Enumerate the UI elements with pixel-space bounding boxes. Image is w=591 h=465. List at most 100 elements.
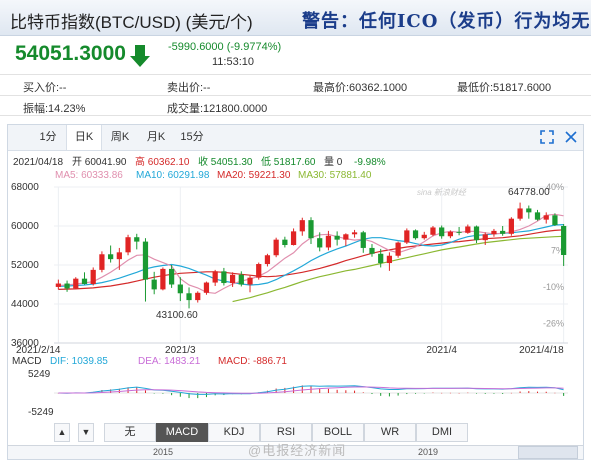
macd-bar <box>110 389 112 393</box>
macd-bar <box>502 393 504 394</box>
dea-line <box>58 386 564 394</box>
candle-body <box>334 235 340 240</box>
x-tick-label: 2021/3 <box>165 345 196 356</box>
candle-body <box>421 234 427 239</box>
candle-body <box>439 227 445 237</box>
macd-bar <box>205 393 207 398</box>
macd-bar <box>528 391 530 393</box>
macd-bar <box>380 393 382 396</box>
quote-time: 11:53:10 <box>212 56 255 68</box>
macd-bar <box>136 387 138 393</box>
macd-bar <box>275 388 277 393</box>
amplitude: 振幅:14.23% <box>23 103 86 115</box>
scroll-handle[interactable] <box>518 446 578 459</box>
ma20-label: MA20: 59221.30 <box>217 170 291 181</box>
candle-body <box>186 293 192 301</box>
macd-bar <box>319 388 321 393</box>
macd-bar <box>406 393 408 395</box>
candle-body <box>482 234 488 241</box>
candle-body <box>151 279 157 290</box>
tab-none[interactable]: 无 <box>104 423 156 442</box>
macd-bar <box>336 389 338 393</box>
tab-daily[interactable]: 日K <box>66 125 102 150</box>
tab-15min[interactable]: 15分 <box>174 125 210 150</box>
tab-weekly[interactable]: 周K <box>102 125 138 150</box>
macd-value: MACD: -886.71 <box>218 356 287 367</box>
low-price: 最低价:51817.6000 <box>457 82 552 94</box>
high-price: 最高价:60362.1000 <box>313 82 408 94</box>
nav-down-button[interactable]: ▼ <box>78 423 94 442</box>
macd-bar <box>101 389 103 393</box>
candle-body <box>447 231 454 237</box>
candle-body <box>473 226 480 241</box>
candle-body <box>99 254 105 270</box>
candle-body <box>508 218 514 234</box>
nav-up-button[interactable]: ▲ <box>54 423 70 442</box>
candle-body <box>264 255 271 265</box>
dif-line <box>58 385 564 395</box>
ohlc-pct: -9.98% <box>354 157 386 168</box>
candle-body <box>55 283 61 287</box>
down-arrow-icon <box>130 45 150 67</box>
fullscreen-icon[interactable] <box>540 130 554 144</box>
year-2015: 2015 <box>153 447 174 457</box>
macd-bar <box>362 392 364 393</box>
candle-body <box>221 271 227 284</box>
year-2019: 2019 <box>418 447 439 457</box>
stats-table: 买入价:-- 卖出价:-- 最高价:60362.1000 最低价:51817.6… <box>0 72 591 118</box>
macd-bar <box>510 392 512 394</box>
tab-macd[interactable]: MACD <box>156 423 208 442</box>
high-annotation: 64778.00 <box>508 187 550 198</box>
y-tick-label: 60000 <box>11 221 39 232</box>
low-annotation: 43100.60 <box>156 310 198 321</box>
macd-bar <box>467 392 469 394</box>
candle-body <box>561 226 567 256</box>
chart-panel: 1分 日K 周K 月K 15分 2021/04/18 开 60041.90 高 … <box>7 124 584 460</box>
macd-bar <box>415 393 417 394</box>
y-tick-label: 68000 <box>11 182 39 193</box>
candle-body <box>177 284 183 294</box>
candle-body <box>369 247 375 254</box>
ma20-line <box>58 229 564 290</box>
candle-body <box>299 220 305 232</box>
candle-body <box>256 264 262 278</box>
close-icon[interactable] <box>564 130 578 144</box>
candle-body <box>195 292 201 301</box>
candle-body <box>456 231 462 233</box>
ohlc-low: 低 51817.60 <box>261 155 316 168</box>
macd-tick-top: 5249 <box>28 369 51 380</box>
current-price: 54051.3000 <box>15 42 126 65</box>
macd-bar <box>214 393 216 396</box>
chart-grid <box>54 186 568 344</box>
candle-body <box>90 269 96 285</box>
ohlc-date: 2021/04/18 <box>13 157 63 168</box>
macd-bar <box>144 390 146 393</box>
tab-monthly[interactable]: 月K <box>138 125 174 150</box>
candle-body <box>465 226 471 233</box>
candle-body <box>317 238 323 248</box>
candle-body <box>238 274 244 285</box>
macd-bar <box>441 392 443 394</box>
macd-dif: DIF: 1039.85 <box>50 356 108 367</box>
tab-wr[interactable]: WR <box>364 423 416 442</box>
macd-bar <box>66 393 68 394</box>
macd-bar <box>127 387 129 393</box>
macd-bar <box>545 391 547 393</box>
candle-body <box>247 277 253 285</box>
x-tick-label: 2021/4/18 <box>519 345 564 356</box>
y-tick-label: 36000 <box>11 338 39 349</box>
candle-body <box>64 283 70 289</box>
macd-bar <box>240 393 242 395</box>
ma30-line <box>232 235 564 303</box>
macd-bar <box>301 385 303 393</box>
candle-body <box>491 230 497 235</box>
ohlc-vol: 量 0 <box>324 156 343 168</box>
candle-body <box>500 230 506 234</box>
candle-body <box>386 255 393 264</box>
macd-bar <box>92 391 94 393</box>
tab-dmi[interactable]: DMI <box>416 423 468 442</box>
candle-body <box>351 232 358 235</box>
candle-body <box>168 268 175 285</box>
tab-1min[interactable]: 1分 <box>30 125 66 150</box>
pct-tick-label: 7% <box>551 245 564 255</box>
